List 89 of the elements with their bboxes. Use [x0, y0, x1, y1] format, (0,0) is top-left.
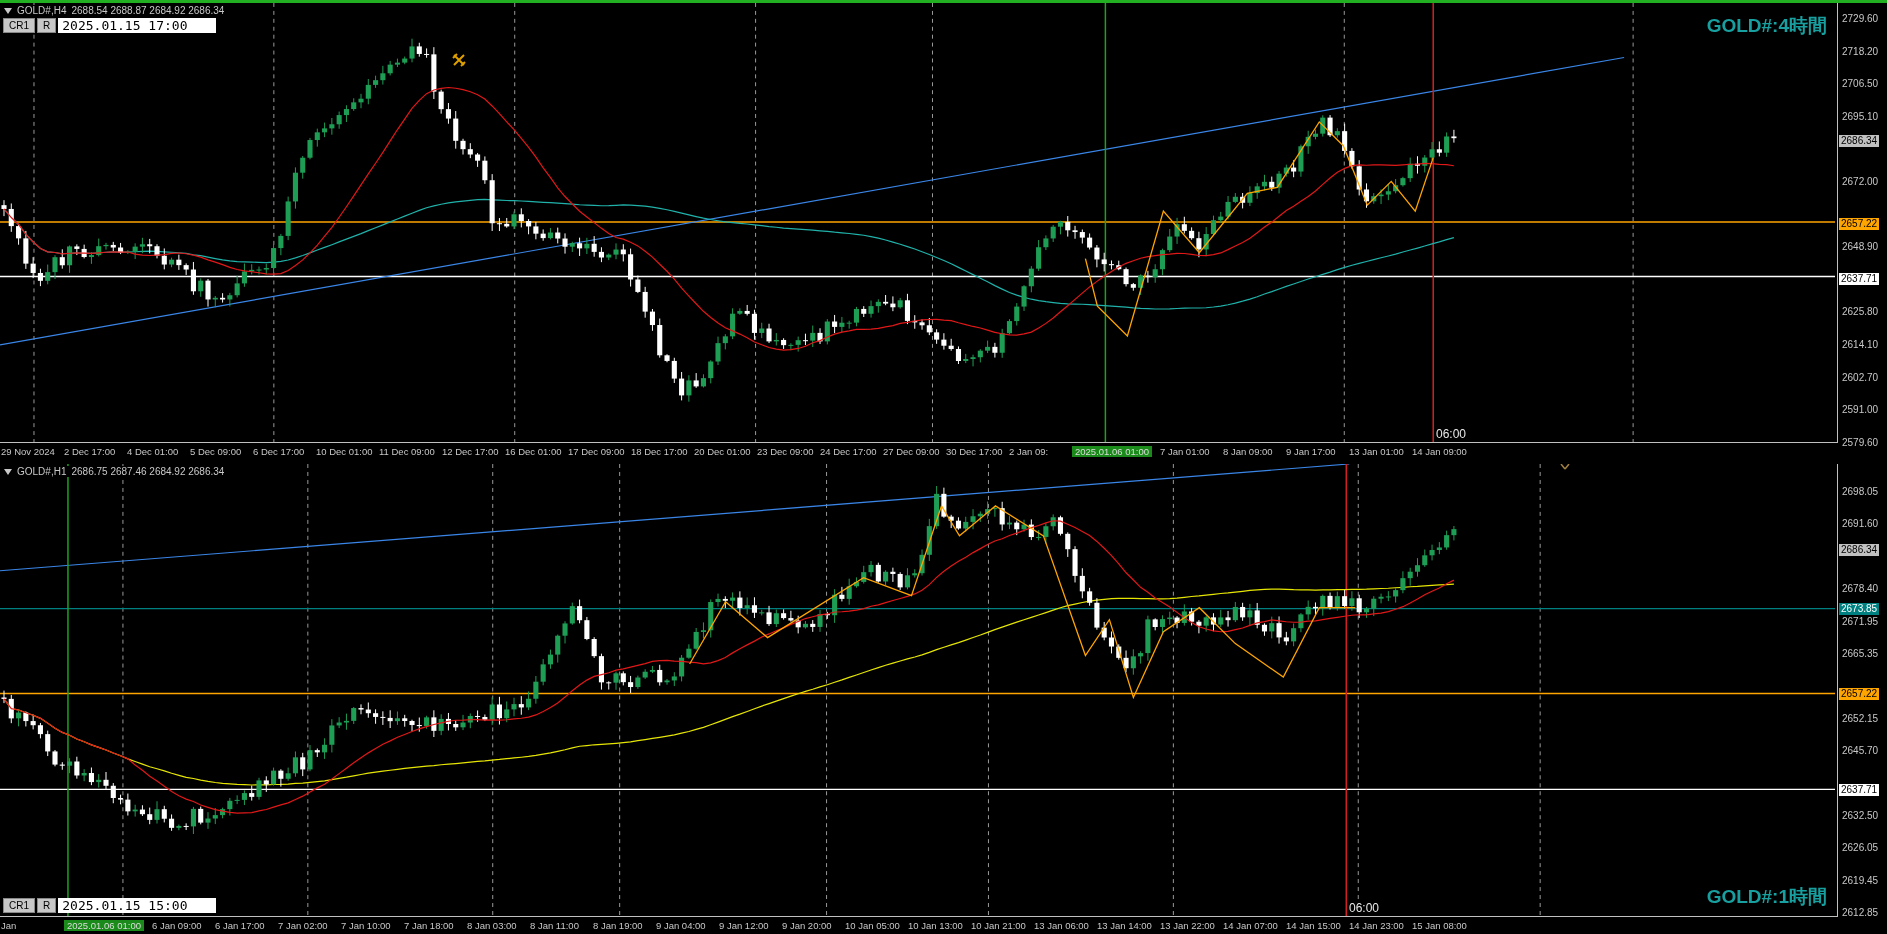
chart-toolbar-button[interactable]: R — [37, 18, 57, 33]
price-tick-label: 2591.00 — [1842, 404, 1879, 417]
time-tick-label: 24 Dec 17:00 — [820, 446, 878, 457]
time-tick-label: 8 Jan 19:00 — [592, 920, 644, 931]
time-tick-label: 14 Jan 07:00 — [1222, 920, 1279, 931]
price-tick-label: 2729.60 — [1842, 13, 1879, 25]
time-tick-label: 20 Dec 01:00 — [694, 446, 752, 457]
time-tick-label: 23 Dec 09:00 — [757, 446, 815, 457]
time-tick-label: 13 Jan 01:00 — [1348, 446, 1405, 457]
time-tick-label: 16 Dec 01:00 — [505, 446, 563, 457]
price-tick-label: 2619.45 — [1842, 874, 1879, 887]
time-tick-label: 9 Jan 17:00 — [1285, 446, 1337, 457]
price-tick-label: 2652.15 — [1842, 712, 1879, 725]
time-tick-label: 27 Dec 09:00 — [883, 446, 941, 457]
chart-toolbar-button[interactable]: CR1 — [3, 898, 35, 913]
price-tick-label: 2632.50 — [1842, 810, 1879, 822]
time-tick-label: 29 Nov 2024 — [1, 446, 56, 457]
price-tick-label: 2579.60 — [1842, 436, 1879, 449]
price-tick-label: 2695.10 — [1842, 110, 1879, 123]
price-tick-label: 2625.80 — [1842, 306, 1879, 319]
time-tick-label: 10 Dec 01:00 — [316, 446, 374, 457]
time-tick-label: 30 Dec 17:00 — [946, 446, 1004, 457]
time-tick-label: 6 Jan 09:00 — [151, 920, 203, 931]
price-tick-label: 2626.05 — [1842, 842, 1879, 855]
time-tick-label: 13 Jan 14:00 — [1096, 920, 1153, 931]
time-tick-label: 7 Jan 02:00 — [277, 920, 329, 931]
time-tick-label: 10 Jan 21:00 — [970, 920, 1027, 931]
symbol-label: GOLD#,H4 — [17, 5, 67, 16]
price-tick-label: 2602.70 — [1842, 371, 1879, 384]
symbol-label: GOLD#,H1 — [17, 466, 67, 477]
price-tick-label: 2612.85 — [1842, 907, 1879, 920]
price-marker-label: 2657.22 — [1839, 688, 1880, 700]
time-tick-label: 8 Jan 11:00 — [529, 920, 580, 931]
time-tick-label: 9 Jan 12:00 — [718, 920, 770, 931]
price-tick-label: 2678.40 — [1842, 583, 1879, 596]
time-tick-label: 13 Jan 06:00 — [1033, 920, 1090, 931]
time-tick-label: 8 Jan 03:00 — [466, 920, 518, 931]
chart-title: GOLD#:1時間 — [1706, 885, 1827, 909]
highlighted-time-label: 2025.01.06 01:00 — [1072, 446, 1152, 457]
time-tick-label: 10 Jan 13:00 — [907, 920, 964, 931]
price-tick-label: 2691.60 — [1842, 518, 1879, 531]
price-marker-label: 2686.34 — [1839, 544, 1880, 556]
time-tick-label: 9 Jan 04:00 — [655, 920, 707, 931]
price-tick-label: 2665.35 — [1842, 648, 1879, 660]
chart-toolbar-button[interactable]: CR1 — [3, 18, 35, 33]
time-tick-label: 12 Dec 17:00 — [442, 446, 500, 457]
time-tick-label: 13 Jan 22:00 — [1159, 920, 1216, 931]
time-tick-label: 4 Dec 01:00 — [127, 446, 180, 457]
time-tick-label: 2 Jan 09: — [1009, 446, 1050, 457]
ohlc-values: 2686.75 2687.46 2684.92 2686.34 — [71, 466, 225, 477]
price-tick-label: 2698.05 — [1842, 486, 1879, 498]
time-tick-label: 5 Dec 09:00 — [190, 446, 243, 457]
price-tick-label: 2648.90 — [1842, 241, 1879, 254]
date-field[interactable]: 2025.01.15 17:00 — [58, 18, 217, 33]
price-tick-label: 2645.70 — [1842, 745, 1879, 758]
price-tick-label: 2706.50 — [1842, 78, 1879, 91]
chart-toolbar-button[interactable]: R — [37, 898, 57, 913]
time-tick-label: 2 Dec 17:00 — [64, 446, 117, 457]
time-tick-label: 14 Jan 15:00 — [1285, 920, 1342, 931]
price-marker-label: 2637.71 — [1839, 273, 1880, 285]
price-marker-label: 2686.34 — [1839, 135, 1880, 147]
time-tick-label: 6 Dec 17:00 — [253, 446, 306, 457]
price-tick-label: 2614.10 — [1842, 339, 1879, 351]
time-tick-label: 6 Jan 17:00 — [214, 920, 266, 931]
highlighted-time-label: 2025.01.06 01:00 — [64, 920, 144, 931]
time-tick-label: 11 Dec 09:00 — [379, 446, 436, 457]
cursor-time-label: 06:00 — [1349, 901, 1380, 915]
time-tick-label: 17 Dec 09:00 — [568, 446, 626, 457]
ohlc-values: 2688.54 2688.87 2684.92 2686.34 — [71, 5, 225, 16]
price-marker-label: 2657.22 — [1839, 218, 1880, 230]
time-tick-label: 8 Jan 09:00 — [1222, 446, 1274, 457]
time-tick-label: 18 Dec 17:00 — [631, 446, 689, 457]
cursor-time-label: 06:00 — [1436, 427, 1467, 441]
price-marker-label: 2673.85 — [1839, 603, 1880, 615]
time-tick-label: 15 Jan 08:00 — [1411, 920, 1468, 931]
time-tick-label: 7 Jan 18:00 — [403, 920, 455, 931]
time-tick-label: 7 Jan 10:00 — [340, 920, 392, 931]
price-tick-label: 2718.20 — [1842, 45, 1879, 58]
time-tick-label: 9 Jan 20:00 — [781, 920, 833, 931]
date-field[interactable]: 2025.01.15 15:00 — [58, 898, 217, 913]
time-tick-label: 10 Jan 05:00 — [844, 920, 901, 931]
time-tick-label: 14 Jan 09:00 — [1411, 446, 1468, 457]
price-tick-label: 2672.00 — [1842, 176, 1879, 188]
price-tick-label: 2671.95 — [1842, 615, 1879, 628]
chart-title: GOLD#:4時間 — [1706, 14, 1827, 38]
time-tick-label: Jan — [1, 920, 18, 931]
time-tick-label: 14 Jan 23:00 — [1348, 920, 1405, 931]
time-tick-label: 7 Jan 01:00 — [1159, 446, 1211, 457]
price-marker-label: 2637.71 — [1839, 784, 1880, 796]
